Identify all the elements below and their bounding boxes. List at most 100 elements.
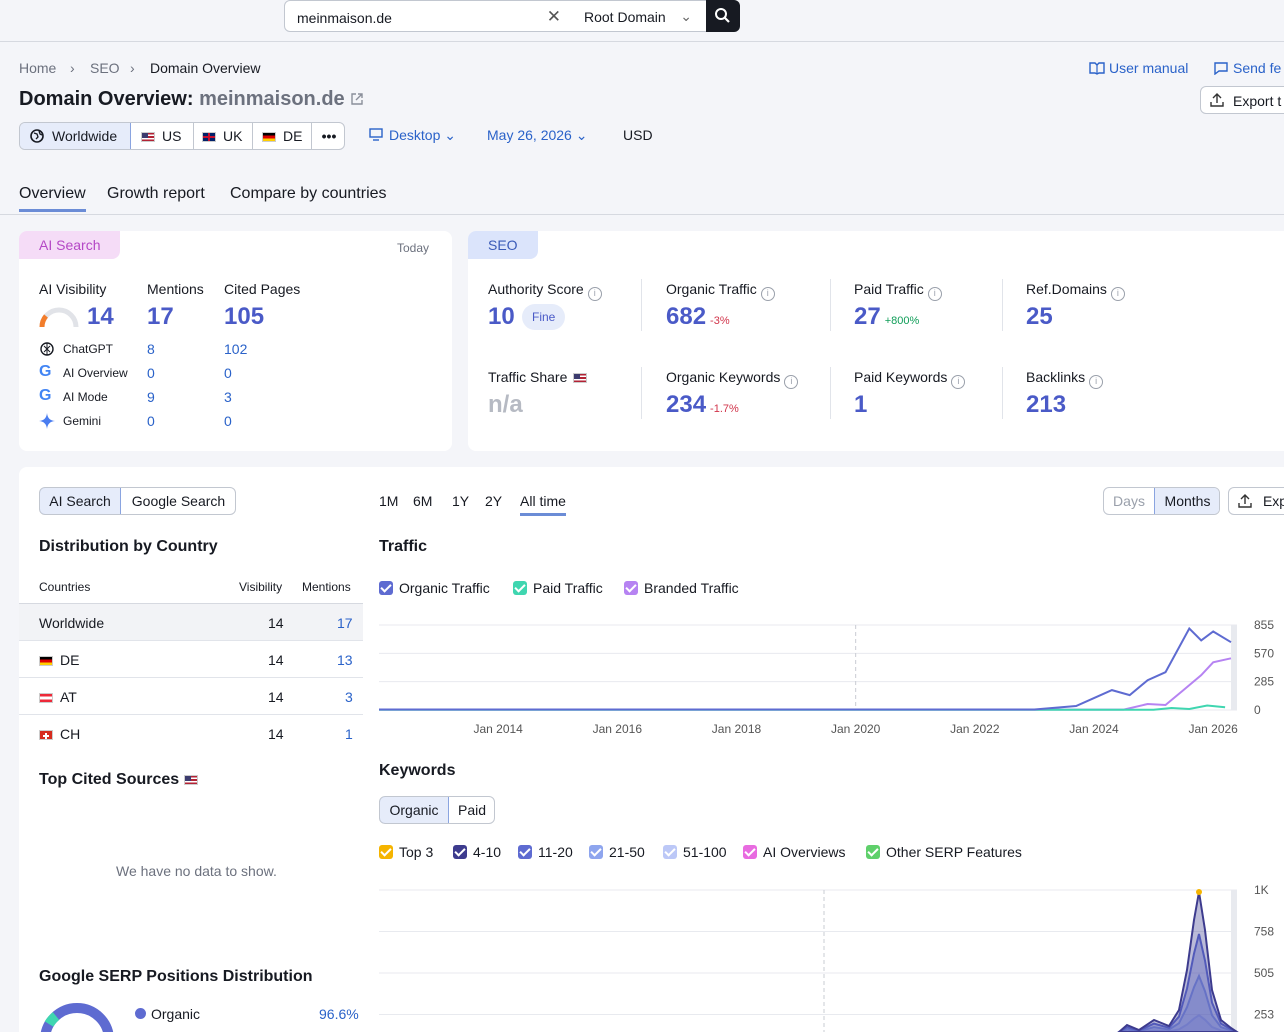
date-label: May 26, 2026 bbox=[487, 127, 572, 143]
cited-pages-value[interactable]: 105 bbox=[224, 303, 264, 331]
info-icon[interactable]: i bbox=[1089, 375, 1104, 389]
ai-row-mentions[interactable]: 9 bbox=[147, 389, 155, 405]
period-2y[interactable]: 2Y bbox=[485, 493, 502, 509]
serp-donut-chart bbox=[40, 1003, 114, 1032]
row-mentions[interactable]: 1 bbox=[345, 726, 353, 742]
legend-keywords-item[interactable]: 11-20 bbox=[518, 844, 573, 860]
export-button[interactable]: Export t bbox=[1200, 86, 1284, 114]
paid-keywords-label-text: Paid Keywords bbox=[854, 369, 948, 385]
send-feedback-link[interactable]: Send fe bbox=[1213, 60, 1281, 76]
table-row[interactable]: AT 14 3 bbox=[19, 678, 363, 715]
db-uk[interactable]: UK bbox=[194, 123, 253, 149]
chart-export-button[interactable]: Exp bbox=[1228, 487, 1284, 515]
paid-traffic-value[interactable]: 27 +800% bbox=[854, 303, 919, 331]
info-icon[interactable]: i bbox=[587, 287, 602, 301]
chatgpt-icon bbox=[40, 342, 54, 356]
ai-row-mentions[interactable]: 0 bbox=[147, 365, 155, 381]
legend-keywords-item[interactable]: Other SERP Features bbox=[866, 844, 1022, 860]
legend-label: Paid Traffic bbox=[533, 580, 603, 596]
row-mentions[interactable]: 13 bbox=[337, 652, 353, 668]
toggle-google-search[interactable]: Google Search bbox=[121, 488, 235, 514]
info-icon[interactable]: i bbox=[784, 375, 799, 389]
breadcrumb-home[interactable]: Home bbox=[19, 60, 56, 76]
legend-paid-traffic[interactable]: Paid Traffic bbox=[513, 580, 603, 596]
ai-row-mentions[interactable]: 0 bbox=[147, 413, 155, 429]
device-label: Desktop bbox=[389, 127, 441, 143]
keywords-title: Keywords bbox=[379, 762, 456, 779]
search-value[interactable]: meinmaison.de bbox=[297, 10, 392, 26]
period-1y[interactable]: 1Y bbox=[452, 493, 469, 509]
device-select[interactable]: Desktop ⌄ bbox=[369, 127, 456, 144]
tab-growth-report[interactable]: Growth report bbox=[107, 185, 205, 203]
breadcrumb-sep-icon: › bbox=[70, 60, 75, 76]
granularity-toggle: Days Months bbox=[1103, 487, 1220, 515]
toggle-organic[interactable]: Organic bbox=[380, 797, 449, 823]
db-us[interactable]: US bbox=[131, 123, 194, 149]
legend-organic-traffic[interactable]: Organic Traffic bbox=[379, 580, 490, 596]
table-row[interactable]: CH 14 1 bbox=[19, 715, 363, 752]
toggle-ai-search[interactable]: AI Search bbox=[40, 488, 121, 514]
backlinks-value[interactable]: 213 bbox=[1026, 391, 1066, 419]
table-row[interactable]: Worldwide 14 17 bbox=[19, 604, 363, 641]
ref-domains-label: Ref.Domains i bbox=[1026, 281, 1125, 301]
search-button[interactable] bbox=[706, 0, 740, 32]
organic-traffic-value[interactable]: 682 -3% bbox=[666, 303, 730, 331]
ai-row-cited[interactable]: 0 bbox=[224, 413, 232, 429]
mentions-value[interactable]: 17 bbox=[147, 303, 174, 331]
user-manual-link[interactable]: User manual bbox=[1089, 60, 1188, 76]
title-domain[interactable]: meinmaison.de bbox=[199, 88, 345, 110]
ai-row-cited[interactable]: 102 bbox=[224, 341, 247, 357]
db-more-button[interactable]: ••• bbox=[312, 123, 344, 149]
legend-keywords-item[interactable]: AI Overviews bbox=[743, 844, 845, 860]
db-worldwide[interactable]: Worldwide bbox=[20, 123, 131, 149]
period-1m[interactable]: 1M bbox=[379, 493, 398, 509]
granularity-days[interactable]: Days bbox=[1104, 488, 1154, 514]
info-icon[interactable]: i bbox=[951, 375, 966, 389]
tab-overview[interactable]: Overview bbox=[19, 185, 86, 212]
ai-row-cited[interactable]: 0 bbox=[224, 365, 232, 381]
toggle-paid[interactable]: Paid bbox=[449, 797, 494, 823]
paid-keywords-value[interactable]: 1 bbox=[854, 391, 867, 419]
table-row[interactable]: DE 14 13 bbox=[19, 641, 363, 678]
clear-icon[interactable]: ✕ bbox=[547, 7, 561, 27]
ai-row-mentions[interactable]: 8 bbox=[147, 341, 155, 357]
authority-value[interactable]: 10 bbox=[488, 303, 515, 331]
ref-domains-value[interactable]: 25 bbox=[1026, 303, 1053, 331]
row-visibility: 14 bbox=[268, 652, 284, 668]
serp-organic-value[interactable]: 96.6% bbox=[319, 1006, 359, 1022]
ai-row-cited[interactable]: 3 bbox=[224, 389, 232, 405]
row-mentions[interactable]: 17 bbox=[337, 615, 353, 631]
legend-keywords-item[interactable]: 21-50 bbox=[589, 844, 645, 860]
info-icon[interactable]: i bbox=[1110, 287, 1125, 301]
info-icon[interactable]: i bbox=[760, 287, 775, 301]
keyword-area bbox=[1117, 891, 1239, 1032]
legend-label: Branded Traffic bbox=[644, 580, 739, 596]
legend-keywords-item[interactable]: 51-100 bbox=[663, 844, 727, 860]
row-country: DE bbox=[39, 652, 79, 668]
ai-search-card: AI Search Today AI Visibility 14 Mention… bbox=[19, 231, 452, 451]
checkbox-icon bbox=[663, 845, 677, 859]
paid-traffic-change: +800% bbox=[884, 315, 920, 327]
external-link-icon[interactable] bbox=[350, 92, 364, 106]
legend-keywords-item[interactable]: 4-10 bbox=[453, 844, 501, 860]
title-prefix: Domain Overview: bbox=[19, 88, 194, 110]
scope-select[interactable]: Root Domain ⌄ bbox=[572, 0, 707, 32]
period-6m[interactable]: 6M bbox=[413, 493, 432, 509]
distribution-title: Distribution by Country bbox=[39, 538, 218, 555]
breadcrumb-seo[interactable]: SEO bbox=[90, 60, 120, 76]
date-select[interactable]: May 26, 2026 ⌄ bbox=[487, 127, 587, 144]
organic-keywords-value[interactable]: 234 -1.7% bbox=[666, 391, 739, 419]
granularity-months[interactable]: Months bbox=[1154, 488, 1219, 514]
legend-label: Other SERP Features bbox=[886, 844, 1022, 860]
info-icon[interactable]: i bbox=[927, 287, 942, 301]
row-mentions[interactable]: 3 bbox=[345, 689, 353, 705]
series-line-organic-traffic bbox=[379, 626, 1232, 711]
period-all-time[interactable]: All time bbox=[520, 493, 566, 516]
legend-branded-traffic[interactable]: Branded Traffic bbox=[624, 580, 739, 596]
search-input[interactable]: meinmaison.de ✕ bbox=[284, 0, 574, 32]
db-de[interactable]: DE bbox=[253, 123, 312, 149]
ai-visibility-value[interactable]: 14 bbox=[87, 303, 114, 331]
x-tick-label: Jan 2020 bbox=[831, 722, 881, 736]
tab-compare-countries[interactable]: Compare by countries bbox=[230, 185, 387, 203]
legend-keywords-item[interactable]: Top 3 bbox=[379, 844, 433, 860]
